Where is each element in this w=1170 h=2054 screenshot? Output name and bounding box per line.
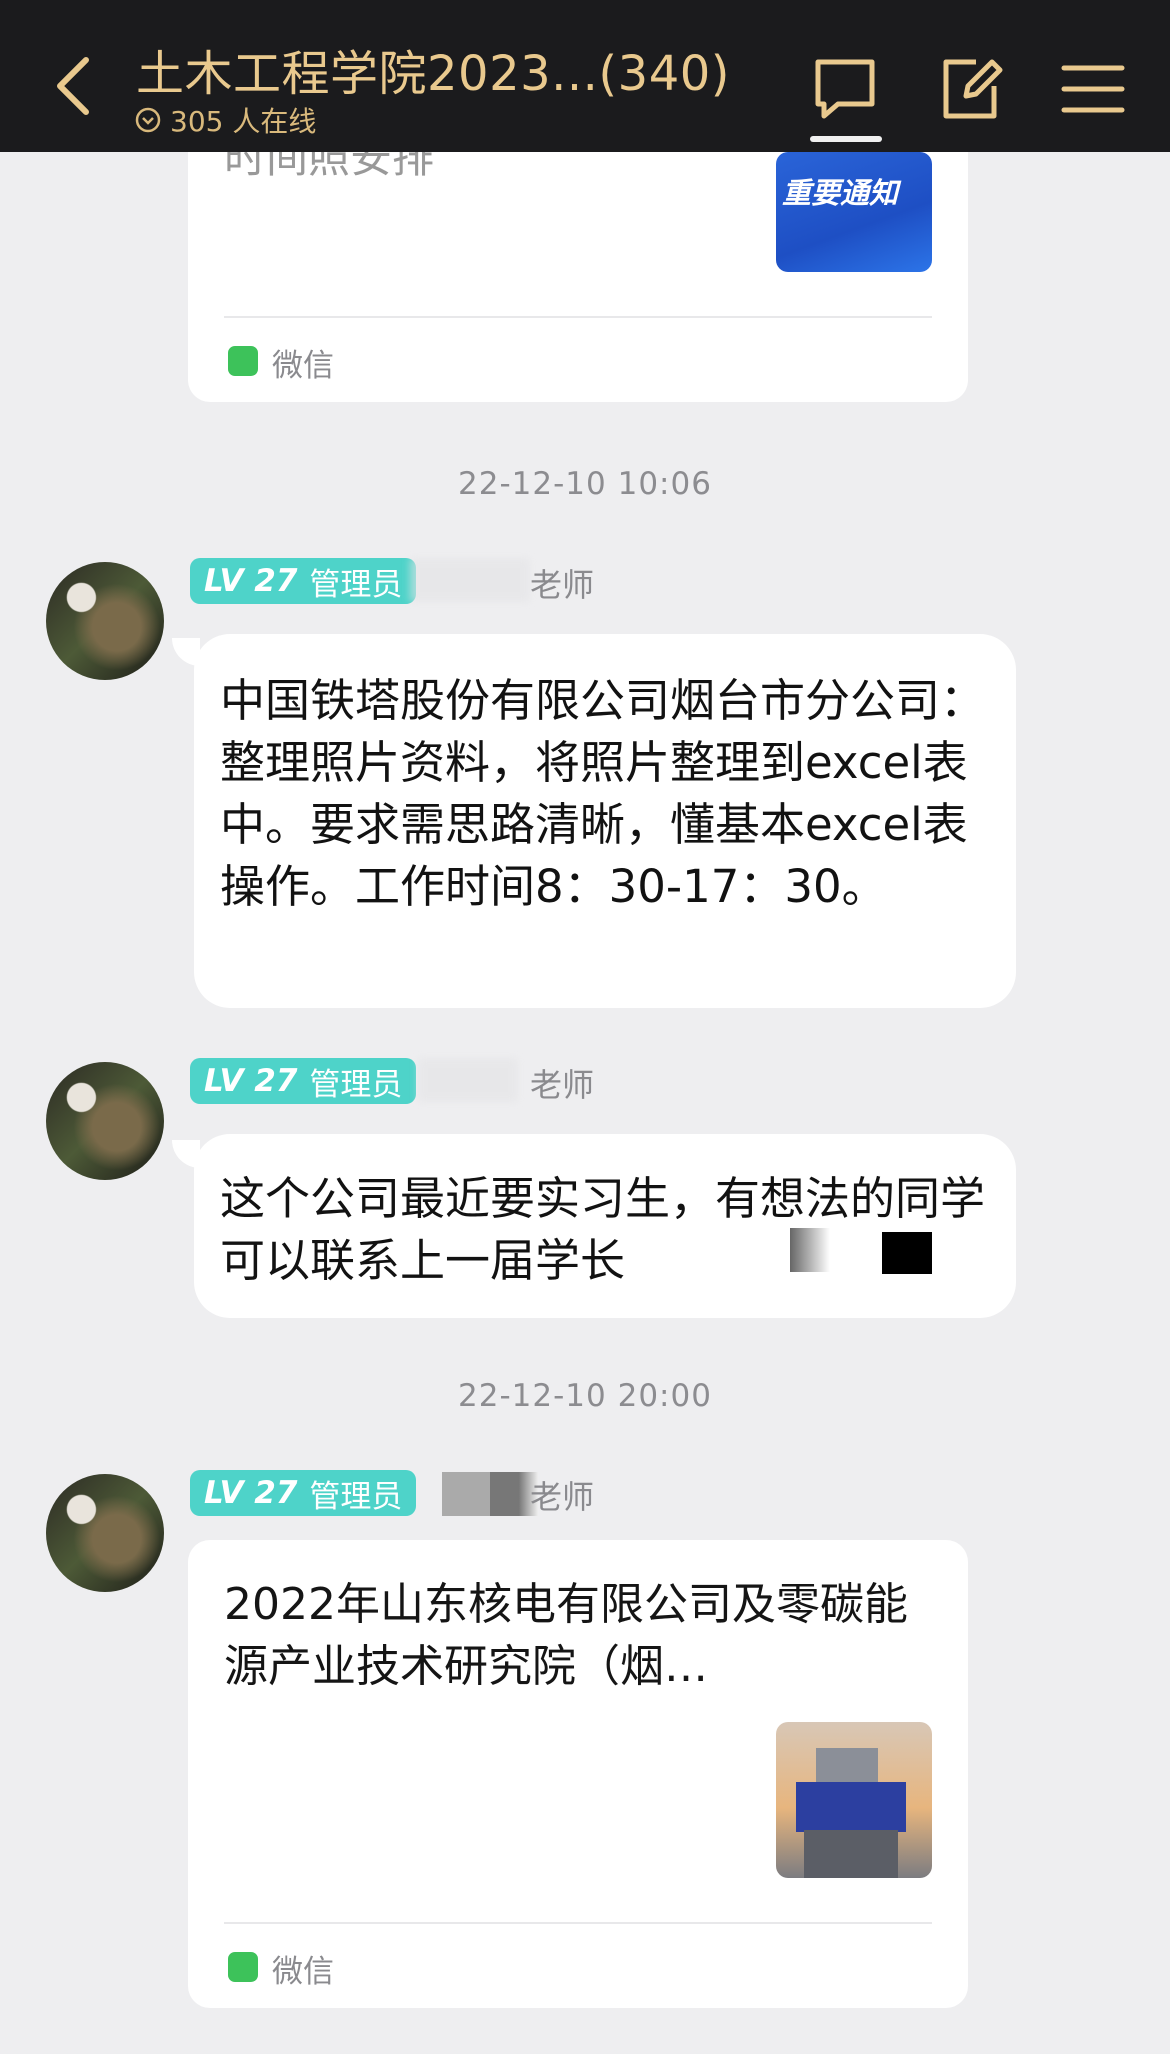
sender-name: 老师	[530, 1066, 595, 1104]
thumbnail-text: 重要通知	[782, 176, 899, 210]
nuclear-plant-thumbnail	[776, 1722, 932, 1878]
wechat-icon	[228, 1952, 258, 1982]
online-count: 305 人在线	[134, 100, 316, 140]
edit-icon[interactable]	[936, 54, 1006, 124]
message-bubble[interactable]: 这个公司最近要实习生，有想法的同学可以联系上一届学长	[194, 1134, 1016, 1318]
online-check-icon	[135, 107, 161, 133]
top-bar: 土木工程学院2023...(340) 305 人在线	[0, 0, 1170, 152]
avatar[interactable]	[46, 1474, 164, 1592]
tower-dome	[796, 1782, 906, 1832]
source-label: 微信	[272, 1954, 334, 1990]
timestamp: 22-12-10 20:00	[458, 1378, 712, 1414]
active-tab-indicator	[810, 136, 882, 142]
link-card[interactable]: 2022年山东核电有限公司及零碳能源产业技术研究院（烟… 微信	[188, 1540, 968, 2008]
source-label: 微信	[272, 348, 334, 384]
timestamp: 22-12-10 10:06	[458, 466, 712, 502]
tower-base	[804, 1830, 898, 1878]
level-badge: LV 27 管理员	[190, 558, 417, 604]
redacted-name	[410, 558, 530, 602]
level-badge: LV 27 管理员	[190, 1470, 417, 1516]
redacted-name	[442, 1472, 538, 1516]
chat-icon[interactable]	[810, 54, 880, 124]
card-divider	[224, 1922, 932, 1924]
sender-name: 老师	[530, 566, 595, 604]
sender-name: 老师	[530, 1478, 595, 1516]
avatar[interactable]	[46, 1062, 164, 1180]
menu-icon[interactable]	[1058, 54, 1128, 124]
group-title[interactable]: 土木工程学院2023...(340)	[136, 34, 730, 104]
message-text: 这个公司最近要实习生，有想法的同学可以联系上一届学长	[220, 1172, 986, 1287]
wechat-icon	[228, 346, 258, 376]
notice-thumbnail: 重要通知	[776, 152, 932, 272]
link-title: 2022年山东核电有限公司及零碳能源产业技术研究院（烟…	[224, 1579, 908, 1692]
back-icon[interactable]	[48, 50, 100, 122]
redacted-name	[418, 1058, 518, 1102]
card-divider	[224, 316, 932, 318]
message-bubble[interactable]: 中国铁塔股份有限公司烟台市分公司：整理照片资料，将照片整理到excel表中。要求…	[194, 634, 1016, 1008]
level-badge: LV 27 管理员	[190, 1058, 417, 1104]
avatar[interactable]	[46, 562, 164, 680]
redacted-contact	[882, 1232, 932, 1274]
online-count-text: 305 人在线	[170, 105, 317, 138]
redacted-contact	[790, 1228, 830, 1272]
